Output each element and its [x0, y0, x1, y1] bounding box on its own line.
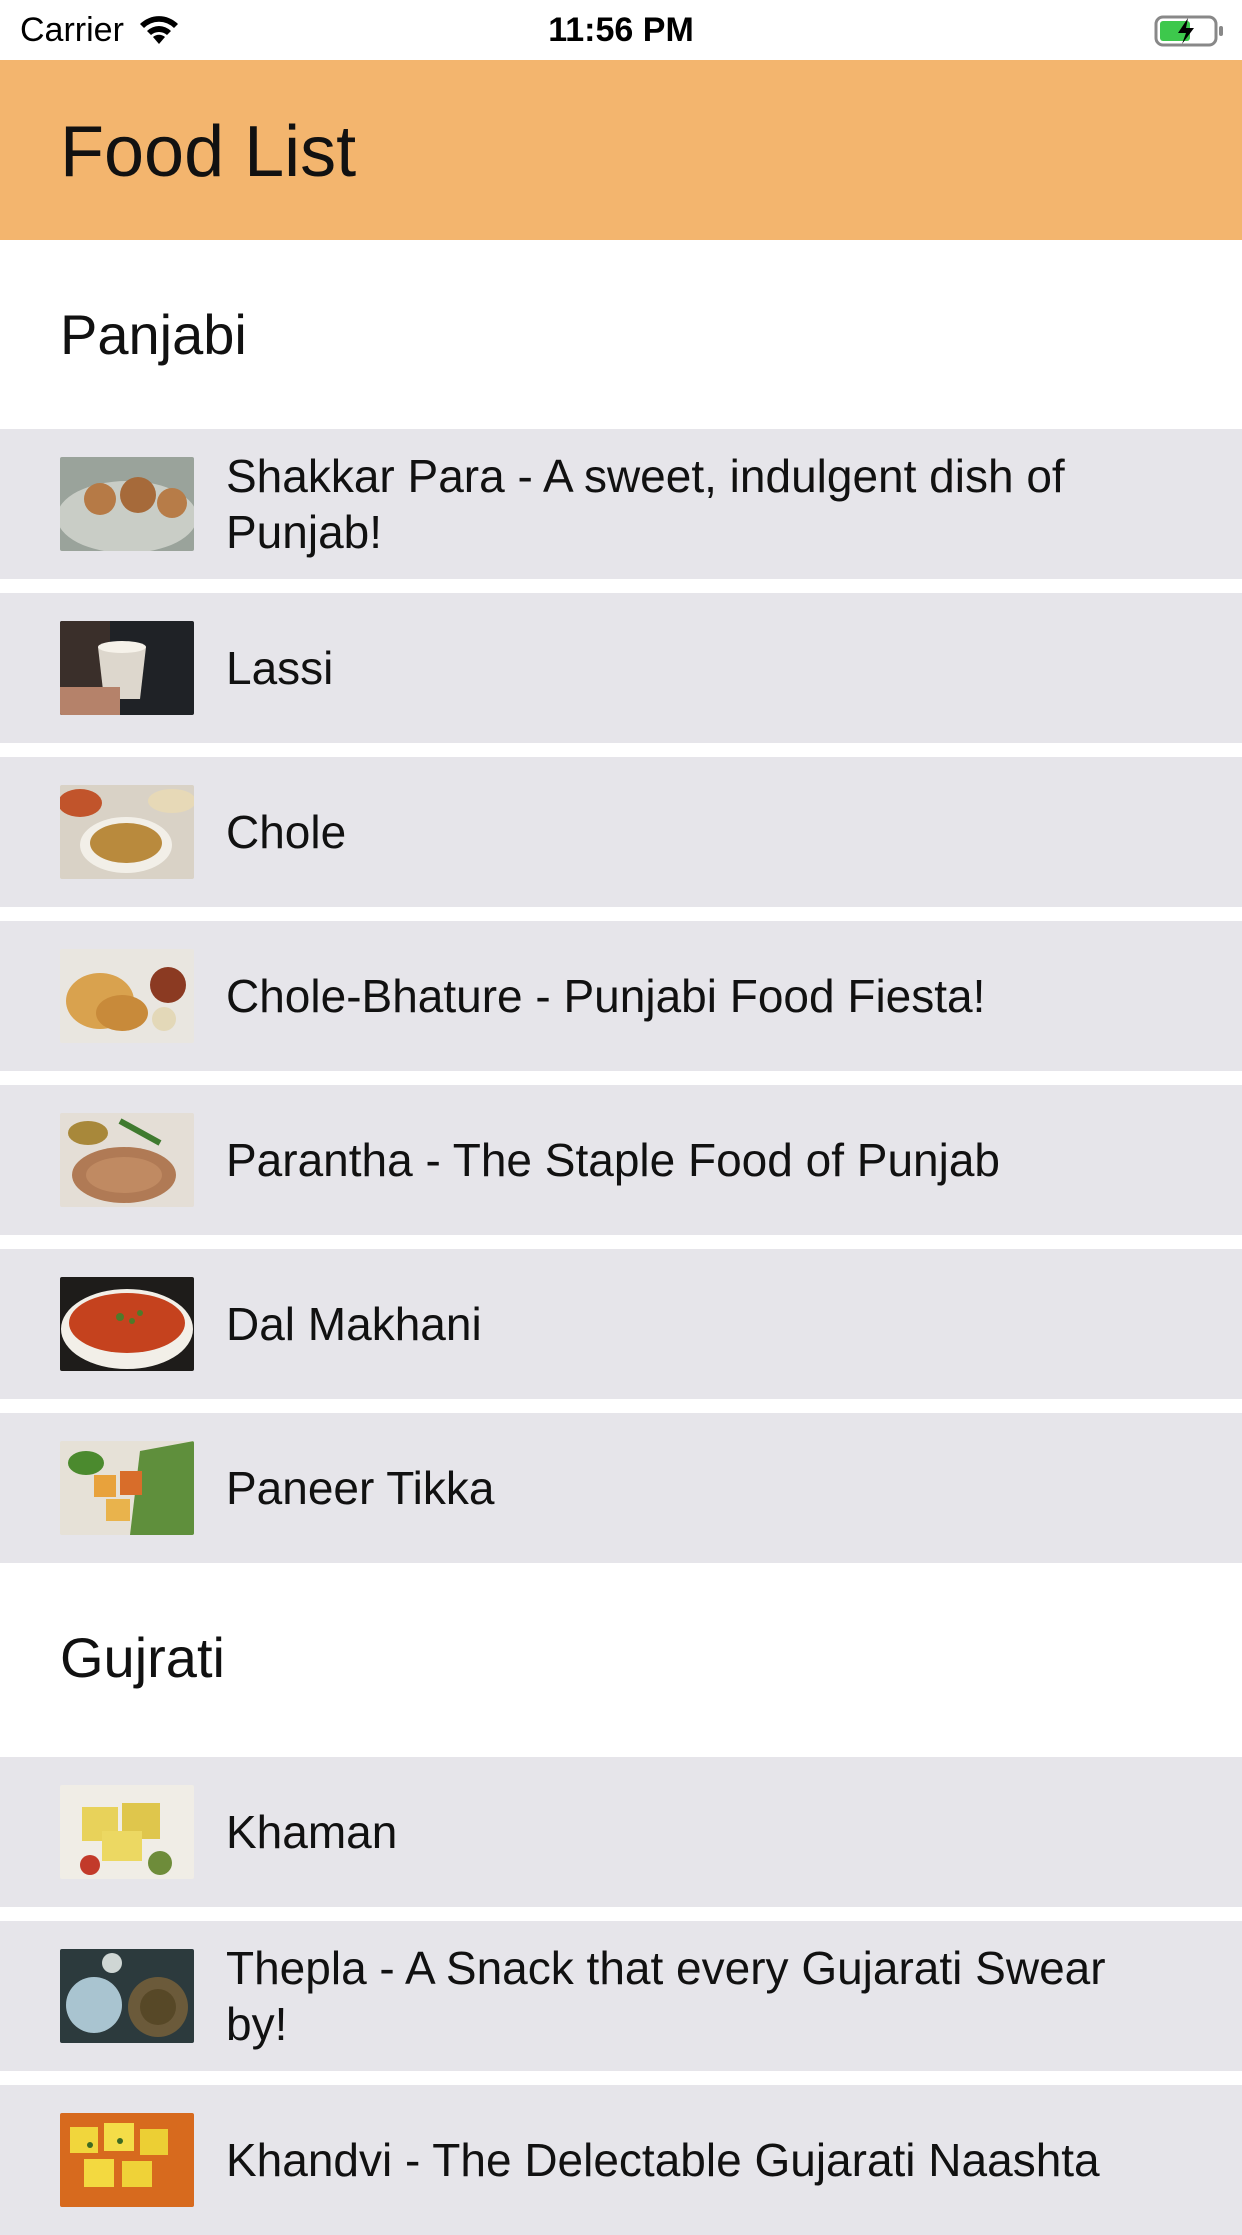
section-header-gujrati: Gujrati: [0, 1563, 1242, 1752]
list-item-label: Chole: [226, 806, 347, 858]
parantha-image: [60, 1113, 194, 1207]
section-title: Gujrati: [60, 1626, 225, 1689]
list-item-label: Paneer Tikka: [226, 1462, 495, 1514]
thepla-image: [60, 1949, 194, 2043]
chole-image: [60, 785, 194, 879]
khaman-image: [60, 1785, 194, 1879]
list-item-label: Khandvi - The Delectable Gujarati Naasht…: [226, 2134, 1100, 2186]
list-item[interactable]: Chole-Bhature - Punjabi Food Fiesta!: [0, 921, 1242, 1071]
list-item-label: Parantha - The Staple Food of Punjab: [226, 1134, 1001, 1186]
list-item[interactable]: Dal Makhani: [0, 1249, 1242, 1399]
chole-bhature-image: [60, 949, 194, 1043]
shakkar-para-image: [60, 457, 194, 551]
list-item-label: Shakkar Para - A sweet, indulgent dish o…: [226, 450, 1065, 558]
paneer-tikka-image: [60, 1441, 194, 1535]
list-item-label: Chole-Bhature - Punjabi Food Fiesta!: [226, 970, 986, 1022]
khandvi-image: [60, 2113, 194, 2207]
list-item[interactable]: Khaman: [0, 1757, 1242, 1907]
clock: 11:56 PM: [548, 11, 694, 49]
battery-charging-icon: [1154, 15, 1223, 47]
list-item[interactable]: Paneer Tikka: [0, 1413, 1242, 1563]
list-item-label: Thepla - A Snack that every Gujarati Swe…: [226, 1942, 1106, 2050]
lassi-image: [60, 621, 194, 715]
navigation-bar: Food List: [0, 60, 1242, 240]
list-item[interactable]: Shakkar Para - A sweet, indulgent dish o…: [0, 429, 1242, 579]
list-item[interactable]: Lassi: [0, 593, 1242, 743]
list-item[interactable]: Khandvi - The Delectable Gujarati Naasht…: [0, 2085, 1242, 2235]
status-bar: Carrier 11:56 PM: [0, 0, 1242, 60]
dal-makhani-image: [60, 1277, 194, 1371]
page-title: Food List: [60, 112, 357, 192]
list-item[interactable]: Parantha - The Staple Food of Punjab: [0, 1085, 1242, 1235]
list-item[interactable]: Chole: [0, 757, 1242, 907]
section-title: Panjabi: [60, 303, 247, 366]
list-item[interactable]: Thepla - A Snack that every Gujarati Swe…: [0, 1921, 1242, 2071]
list-item-label: Khaman: [226, 1806, 398, 1858]
list-item-label: Dal Makhani: [226, 1298, 482, 1350]
section-header-panjabi: Panjabi: [0, 240, 1242, 429]
list-item-label: Lassi: [226, 642, 334, 694]
